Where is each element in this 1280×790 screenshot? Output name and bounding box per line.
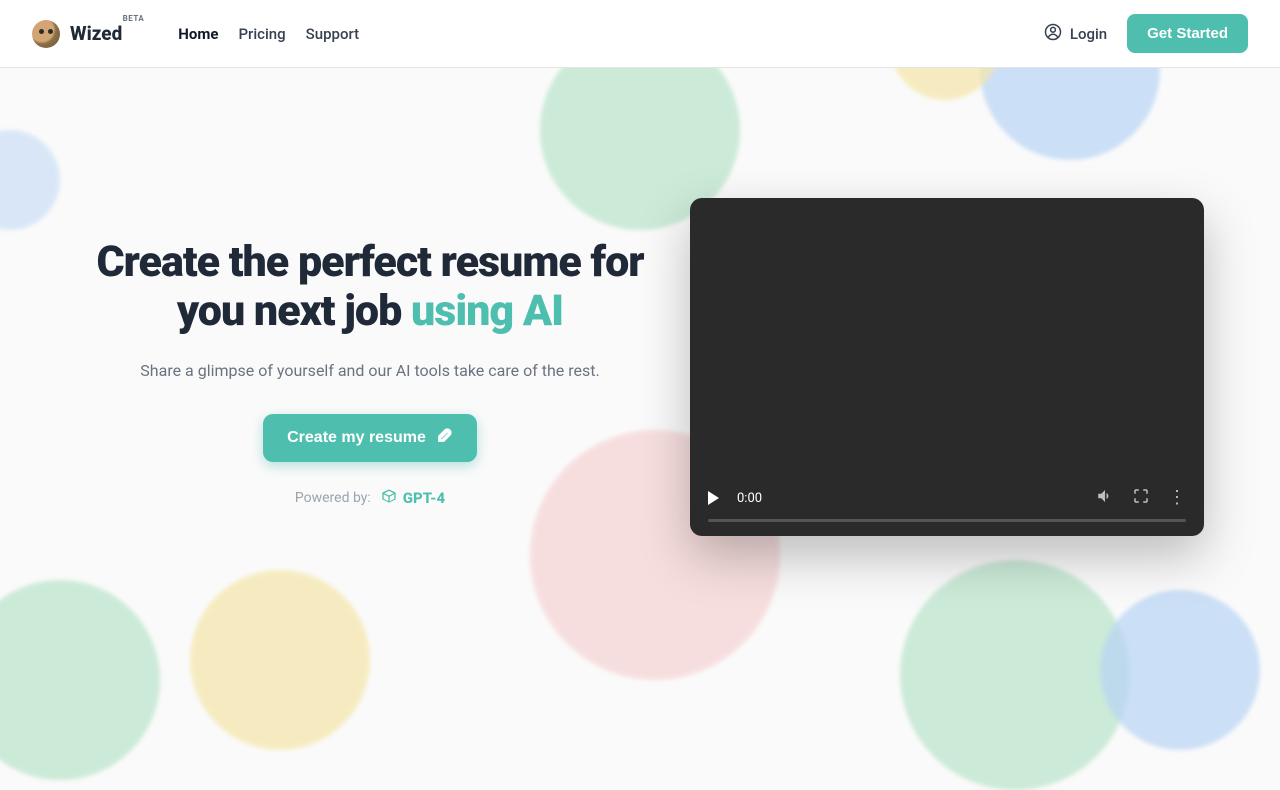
cube-icon — [381, 488, 397, 508]
get-started-button[interactable]: Get Started — [1127, 14, 1248, 53]
hero-content: Create the perfect resume for you next j… — [90, 198, 650, 508]
powered-label: Powered by: — [295, 490, 371, 506]
more-icon[interactable]: ⋮ — [1168, 489, 1186, 507]
video-progress[interactable] — [708, 519, 1186, 522]
demo-video[interactable]: 0:00 ⋮ — [690, 198, 1204, 536]
login-label: Login — [1070, 25, 1107, 43]
fullscreen-icon[interactable] — [1132, 487, 1150, 509]
play-icon[interactable] — [708, 491, 719, 505]
hero-subtitle: Share a glimpse of yourself and our AI t… — [90, 361, 650, 380]
header: Wized BETA Home Pricing Support Login Ge… — [0, 0, 1280, 68]
header-actions: Login Get Started — [1044, 14, 1248, 53]
gpt-badge: GPT-4 — [381, 488, 445, 508]
feather-icon — [436, 427, 453, 449]
volume-icon[interactable] — [1096, 487, 1114, 509]
hero-title: Create the perfect resume for you next j… — [90, 238, 650, 337]
beta-badge: BETA — [123, 14, 145, 23]
user-icon — [1044, 23, 1062, 45]
powered-by: Powered by: GPT-4 — [90, 488, 650, 508]
video-time: 0:00 — [737, 491, 762, 506]
nav-home[interactable]: Home — [178, 25, 218, 43]
create-resume-button[interactable]: Create my resume — [263, 414, 477, 462]
brand-name: Wized — [70, 22, 122, 45]
bg-circle — [190, 570, 370, 750]
bg-circle — [900, 560, 1130, 790]
gpt-model-label: GPT-4 — [403, 489, 445, 507]
video-controls: 0:00 ⋮ — [690, 477, 1204, 536]
bg-circle — [1100, 590, 1260, 750]
hero-section: Create the perfect resume for you next j… — [0, 68, 1280, 536]
nav-pricing[interactable]: Pricing — [238, 25, 285, 43]
hero-title-highlight: using AI — [411, 286, 563, 336]
bg-circle — [0, 580, 160, 780]
logo[interactable]: Wized BETA — [32, 20, 122, 48]
logo-icon — [32, 20, 60, 48]
login-link[interactable]: Login — [1044, 23, 1107, 45]
create-resume-label: Create my resume — [287, 429, 426, 447]
main-nav: Home Pricing Support — [178, 25, 359, 43]
nav-support[interactable]: Support — [306, 25, 359, 43]
